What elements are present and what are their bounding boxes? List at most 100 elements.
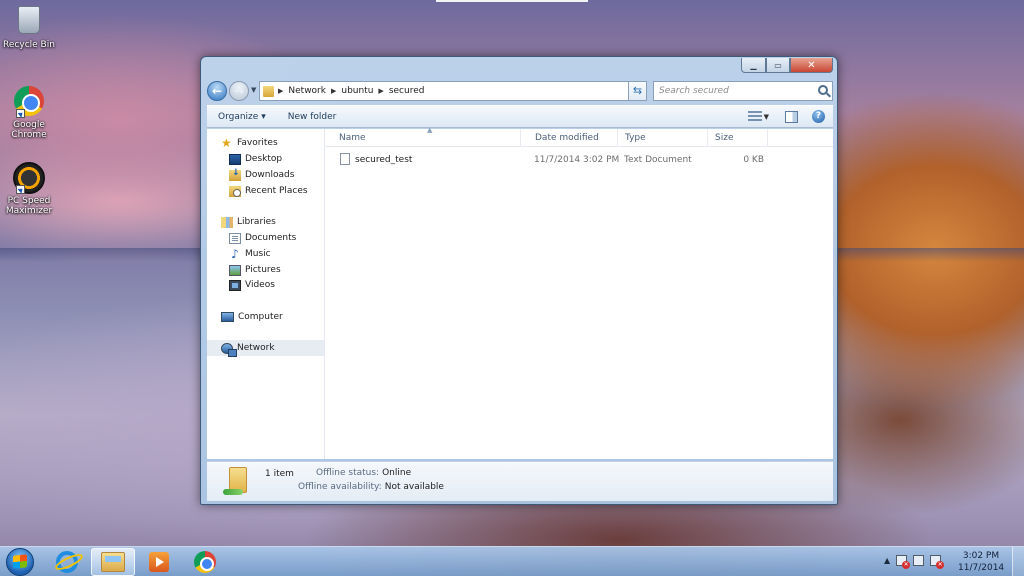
show-desktop-button[interactable] <box>1012 547 1024 576</box>
offline-availability: Offline availability: Not available <box>298 482 444 492</box>
videos-icon <box>229 279 241 291</box>
nav-label: Videos <box>245 280 275 290</box>
navigation-pane: ★ Favorites Desktop Downloads Recent Pla… <box>207 129 325 459</box>
nav-label: Favorites <box>237 138 278 148</box>
nav-label: Documents <box>245 233 297 243</box>
close-button[interactable]: ✕ <box>790 58 833 73</box>
taskbar-windows-explorer[interactable] <box>91 548 135 576</box>
desktop-icon-pc-speed-maximizer[interactable]: PC Speed Maximizer <box>0 162 58 216</box>
file-size: 0 KB <box>743 155 764 165</box>
nav-label: Computer <box>238 312 283 322</box>
clock-date: 11/7/2014 <box>958 563 1005 573</box>
explorer-window: ▁ ▭ ✕ ← → ▼ ▶ Network ▶ ubuntu ▶ secured… <box>200 56 838 505</box>
desktop-icon-label: Recycle Bin <box>3 40 55 50</box>
offline-availability-value: Not available <box>384 482 444 492</box>
windows-explorer-icon <box>101 552 125 572</box>
back-button[interactable]: ← <box>207 81 227 101</box>
nav-music[interactable]: ♪ Music <box>207 246 324 262</box>
organize-button[interactable]: Organize <box>207 112 277 122</box>
view-options-dropdown[interactable]: ▼ <box>764 113 769 121</box>
show-hidden-icons-button[interactable]: ▲ <box>884 556 890 565</box>
maximize-button[interactable]: ▭ <box>766 58 790 73</box>
nav-downloads[interactable]: Downloads <box>207 167 324 183</box>
chevron-right-icon[interactable]: ▶ <box>378 87 383 95</box>
file-date-modified: 11/7/2014 3:02 PM <box>534 155 620 165</box>
breadcrumb-ubuntu[interactable]: ubuntu <box>341 86 373 96</box>
libraries-icon <box>221 216 233 228</box>
nav-label: Libraries <box>237 217 276 227</box>
pc-speed-maximizer-icon <box>13 162 45 194</box>
start-button[interactable] <box>3 547 37 576</box>
column-header-type[interactable]: Type <box>618 129 708 147</box>
column-header-size[interactable]: Size <box>708 129 768 147</box>
taskbar-internet-explorer[interactable] <box>45 548 89 576</box>
nav-label: Downloads <box>245 170 295 180</box>
taskbar-chrome[interactable] <box>183 548 227 576</box>
help-icon[interactable]: ? <box>812 110 825 123</box>
file-row[interactable]: secured_test 11/7/2014 3:02 PM Text Docu… <box>326 151 833 169</box>
chevron-right-icon[interactable]: ▶ <box>278 87 283 95</box>
refresh-button[interactable]: ⇆ <box>628 81 647 101</box>
navigation-bar: ← → ▼ ▶ Network ▶ ubuntu ▶ secured ▼ ⇆ S… <box>207 80 833 102</box>
system-clock[interactable]: 3:02 PM 11/7/2014 <box>958 550 1004 574</box>
top-edge-tab <box>436 0 588 2</box>
desktop-icon-label: Google Chrome <box>11 120 47 140</box>
search-placeholder: Search secured <box>659 86 729 96</box>
nav-recent-places[interactable]: Recent Places <box>207 183 324 199</box>
desktop-icon <box>229 153 241 165</box>
nav-favorites[interactable]: ★ Favorites <box>207 135 324 151</box>
file-list: ▲ Name Date modified Type Size secured_t… <box>326 126 833 459</box>
minimize-button[interactable]: ▁ <box>741 58 766 73</box>
nav-videos[interactable]: Videos <box>207 277 324 293</box>
breadcrumb-network[interactable]: Network <box>288 86 326 96</box>
caption-buttons: ▁ ▭ ✕ <box>741 58 833 73</box>
volume-muted-icon[interactable] <box>930 555 945 569</box>
taskbar-media-player[interactable] <box>137 548 181 576</box>
network-tray-icon[interactable] <box>913 555 925 566</box>
computer-icon <box>221 312 234 322</box>
change-view-icon[interactable] <box>747 110 762 123</box>
desktop-icon-recycle-bin[interactable]: Recycle Bin <box>0 6 58 50</box>
search-icon <box>818 85 828 95</box>
nav-label: Pictures <box>245 265 281 275</box>
nav-network[interactable]: Network <box>207 340 324 357</box>
nav-pictures[interactable]: Pictures <box>207 262 324 278</box>
nav-label: Desktop <box>245 154 283 164</box>
windows-logo-icon <box>13 554 27 569</box>
action-center-icon[interactable] <box>896 555 911 569</box>
recycle-bin-icon <box>13 6 45 38</box>
forward-button[interactable]: → <box>229 81 249 101</box>
nav-documents[interactable]: Documents <box>207 230 324 246</box>
nav-label: Network <box>237 343 275 353</box>
chrome-icon <box>194 551 216 573</box>
content-area: ★ Favorites Desktop Downloads Recent Pla… <box>207 126 833 459</box>
file-type: Text Document <box>624 155 692 165</box>
nav-desktop[interactable]: Desktop <box>207 151 324 167</box>
recent-pages-dropdown[interactable]: ▼ <box>251 86 256 94</box>
preview-pane-icon[interactable] <box>785 110 798 123</box>
pictures-icon <box>229 264 241 276</box>
command-bar: Organize New folder ▼ ? <box>207 105 833 128</box>
offline-availability-label: Offline availability: <box>298 482 382 492</box>
search-input[interactable]: Search secured <box>653 81 833 101</box>
breadcrumb-secured[interactable]: secured <box>389 86 425 96</box>
taskbar: ▲ 3:02 PM 11/7/2014 <box>0 546 1024 576</box>
details-pane: 1 item Offline status: Online Offline ava… <box>207 461 833 501</box>
column-headers: ▲ Name Date modified Type Size <box>326 126 833 147</box>
network-icon <box>221 342 237 357</box>
address-bar[interactable]: ▶ Network ▶ ubuntu ▶ secured ▼ <box>259 81 646 101</box>
nav-computer[interactable]: Computer <box>207 309 324 325</box>
column-header-name[interactable]: Name <box>326 129 521 147</box>
item-count: 1 item <box>265 469 294 479</box>
nav-libraries[interactable]: Libraries <box>207 214 324 230</box>
desktop-icon-google-chrome[interactable]: Google Chrome <box>0 86 58 140</box>
music-note-icon: ♪ <box>231 246 239 261</box>
sync-folder-icon <box>223 465 253 495</box>
offline-status: Offline status: Online <box>316 468 411 478</box>
file-name: secured_test <box>355 155 413 165</box>
chevron-right-icon[interactable]: ▶ <box>331 87 336 95</box>
network-folder-icon <box>263 85 274 97</box>
new-folder-button[interactable]: New folder <box>277 112 348 122</box>
column-header-date-modified[interactable]: Date modified <box>528 129 618 147</box>
notification-area: ▲ <box>884 555 945 569</box>
